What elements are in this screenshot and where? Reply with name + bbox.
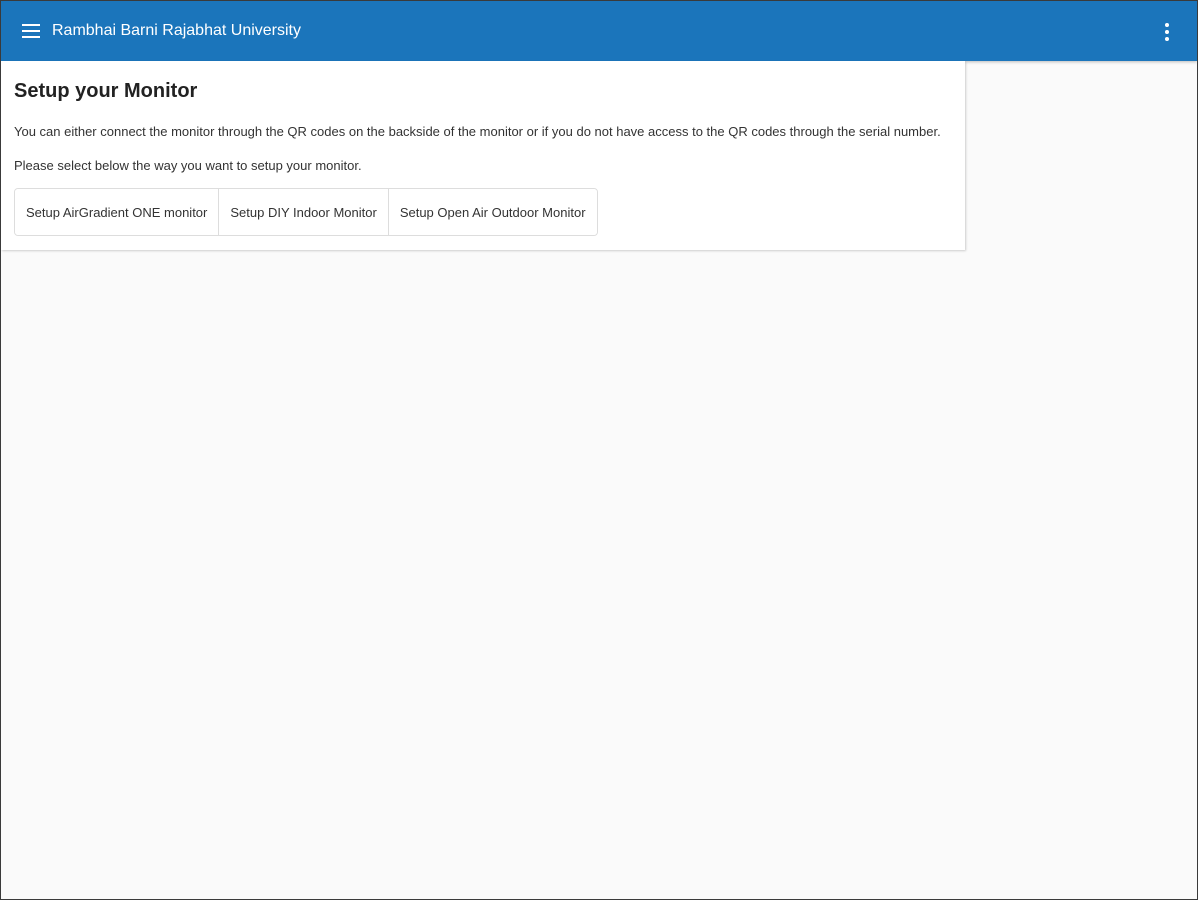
kebab-dot	[1165, 37, 1169, 41]
kebab-dot	[1165, 23, 1169, 27]
setup-diy-indoor-button[interactable]: Setup DIY Indoor Monitor	[219, 189, 389, 235]
menu-line	[22, 30, 40, 32]
hamburger-menu-icon[interactable]	[22, 22, 44, 40]
more-vertical-icon[interactable]	[1163, 23, 1171, 41]
menu-line	[22, 36, 40, 38]
top-app-bar: Rambhai Barni Rajabhat University	[1, 1, 1197, 61]
setup-option-group: Setup AirGradient ONE monitor Setup DIY …	[14, 188, 598, 236]
page-title: Setup your Monitor	[14, 80, 198, 102]
setup-instruction: Please select below the way you want to …	[14, 158, 362, 173]
app-title: Rambhai Barni Rajabhat University	[52, 22, 301, 39]
setup-airgradient-one-button[interactable]: Setup AirGradient ONE monitor	[15, 189, 220, 235]
setup-open-air-outdoor-button[interactable]: Setup Open Air Outdoor Monitor	[388, 189, 597, 235]
setup-card: Setup your Monitor You can either connec…	[1, 61, 965, 250]
menu-line	[22, 24, 40, 26]
app-window: Rambhai Barni Rajabhat University Setup …	[0, 0, 1198, 900]
setup-description: You can either connect the monitor throu…	[14, 124, 941, 139]
kebab-dot	[1165, 30, 1169, 34]
